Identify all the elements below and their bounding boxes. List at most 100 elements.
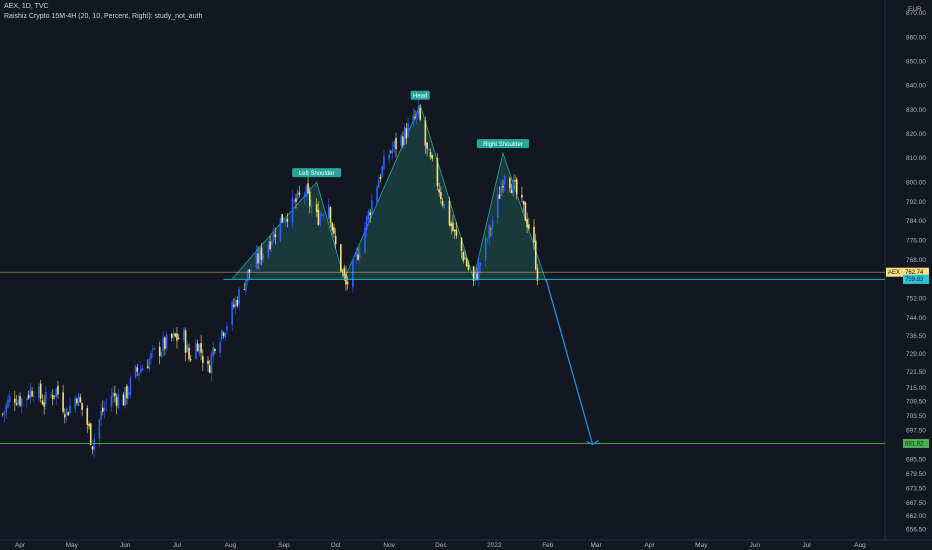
- candle-body-168: [405, 128, 408, 139]
- candle-body-25: [62, 392, 64, 412]
- head-tag-label: Head: [413, 94, 427, 100]
- candle-body-9: [20, 398, 23, 407]
- currency-label: EUR: [908, 6, 922, 13]
- candle-body-115: [279, 217, 282, 241]
- y-tick-label: 792.00: [906, 199, 926, 206]
- price-chart[interactable]: Left ShoulderHeadRight Shoulder 870.0086…: [0, 0, 932, 550]
- candle-body-189: [455, 229, 458, 236]
- candle-body-145: [352, 259, 354, 288]
- candle-body-46: [112, 392, 114, 397]
- candle-body-194: [467, 264, 470, 270]
- candle-body-140: [340, 244, 342, 272]
- candle-body-21: [51, 394, 54, 400]
- candle-body-110: [267, 244, 270, 257]
- candle-body-185: [448, 200, 451, 226]
- candle-body-26: [64, 414, 66, 418]
- candle-body-54: [129, 378, 132, 395]
- candle-body-99: [238, 288, 240, 305]
- candle-body-75: [183, 329, 185, 341]
- y-tick-label: 860.00: [906, 34, 926, 41]
- x-tick-label: May: [695, 542, 708, 549]
- candle-body-69: [165, 334, 168, 349]
- candle-body-142: [343, 267, 346, 276]
- candle-body-212: [512, 179, 515, 197]
- x-tick-label: Dec: [435, 542, 447, 549]
- candle-body-173: [417, 106, 420, 114]
- x-tick-label: Nov: [383, 542, 395, 549]
- neckline-price-badge: 759.83: [903, 274, 929, 284]
- candle-body-27: [65, 408, 68, 415]
- candle-body-92: [222, 332, 225, 336]
- candle-body-83: [200, 342, 202, 353]
- candle-body-101: [245, 280, 247, 292]
- y-tick-label: 768.00: [906, 257, 926, 264]
- symbol-tag-label: AEX: [888, 270, 900, 276]
- time-axis[interactable]: Apr May Jun Jul Aug Sep Oct Nov Dec 2022 Feb Mar Apr…: [15, 542, 866, 549]
- candle-body-96: [233, 304, 235, 307]
- candle-body-47: [114, 393, 116, 397]
- candle-body-123: [296, 191, 299, 200]
- candle-body-167: [403, 126, 406, 145]
- candle-body-119: [286, 218, 289, 222]
- candle-body-149: [358, 253, 361, 258]
- candle-body-105: [255, 252, 258, 269]
- candle-body-176: [426, 142, 428, 149]
- candle-body-150: [364, 227, 366, 253]
- candle-body-127: [307, 183, 309, 194]
- candle-body-39: [93, 438, 95, 451]
- candle-body-114: [274, 234, 277, 238]
- candle-body-45: [110, 396, 113, 407]
- candle-body-66: [160, 351, 163, 358]
- y-tick-label: 776.00: [906, 237, 926, 244]
- candle-body-11: [27, 394, 30, 398]
- candle-body-78: [188, 347, 190, 360]
- y-tick-label: 709.50: [906, 398, 926, 405]
- candle-body-118: [284, 219, 287, 223]
- candle-body-60: [146, 366, 149, 369]
- candle-body-182: [440, 192, 442, 200]
- candle-body-80: [195, 343, 197, 360]
- candle-body-148: [357, 254, 359, 260]
- candle-body-107: [258, 249, 261, 264]
- x-tick-label: Apr: [15, 542, 26, 549]
- y-tick-label: 673.50: [906, 485, 926, 492]
- candle-body-162: [391, 148, 394, 154]
- candle-body-42: [101, 407, 104, 412]
- drawing-lines[interactable]: [0, 271, 885, 446]
- candle-body-28: [67, 412, 70, 416]
- candle-body-70: [170, 334, 173, 339]
- candle-body-160: [388, 154, 390, 160]
- candle-body-209: [503, 176, 506, 185]
- y-tick-label: 667.50: [906, 500, 926, 507]
- candle-body-104: [250, 270, 252, 272]
- y-tick-label: 820.00: [906, 131, 926, 138]
- x-tick-label: 2022: [487, 542, 502, 549]
- candle-body-64: [153, 348, 156, 350]
- candle-body-109: [262, 254, 265, 260]
- candle-body-164: [395, 138, 397, 150]
- candle-body-82: [198, 344, 201, 355]
- candle-body-165: [400, 135, 402, 147]
- candle-body-204: [491, 220, 494, 227]
- candle-body-195: [472, 266, 475, 281]
- candle-body-215: [521, 194, 523, 198]
- candle-body-219: [528, 224, 530, 229]
- candle-body-191: [462, 252, 465, 261]
- candle-body-113: [272, 230, 275, 243]
- right-shoulder-tag-label: Right Shoulder: [483, 142, 523, 148]
- candle-body-126: [305, 186, 308, 198]
- candle-body-179: [431, 155, 434, 159]
- candle-body-120: [291, 197, 294, 224]
- candle-body-220: [533, 226, 535, 243]
- candle-body-121: [293, 200, 296, 202]
- y-tick-label: 850.00: [906, 59, 926, 66]
- x-tick-label: Mar: [590, 542, 602, 549]
- candle-body-65: [158, 346, 161, 357]
- candle-body-5: [14, 398, 16, 403]
- price-axis[interactable]: 870.00860.00850.00840.00830.00820.00810.…: [886, 6, 929, 533]
- candle-body-33: [79, 397, 82, 403]
- candle-body-153: [369, 212, 371, 216]
- candle-body-116: [281, 214, 283, 223]
- x-tick-label: Jul: [802, 542, 811, 549]
- neckline-price-badge-value: 759.83: [905, 277, 924, 283]
